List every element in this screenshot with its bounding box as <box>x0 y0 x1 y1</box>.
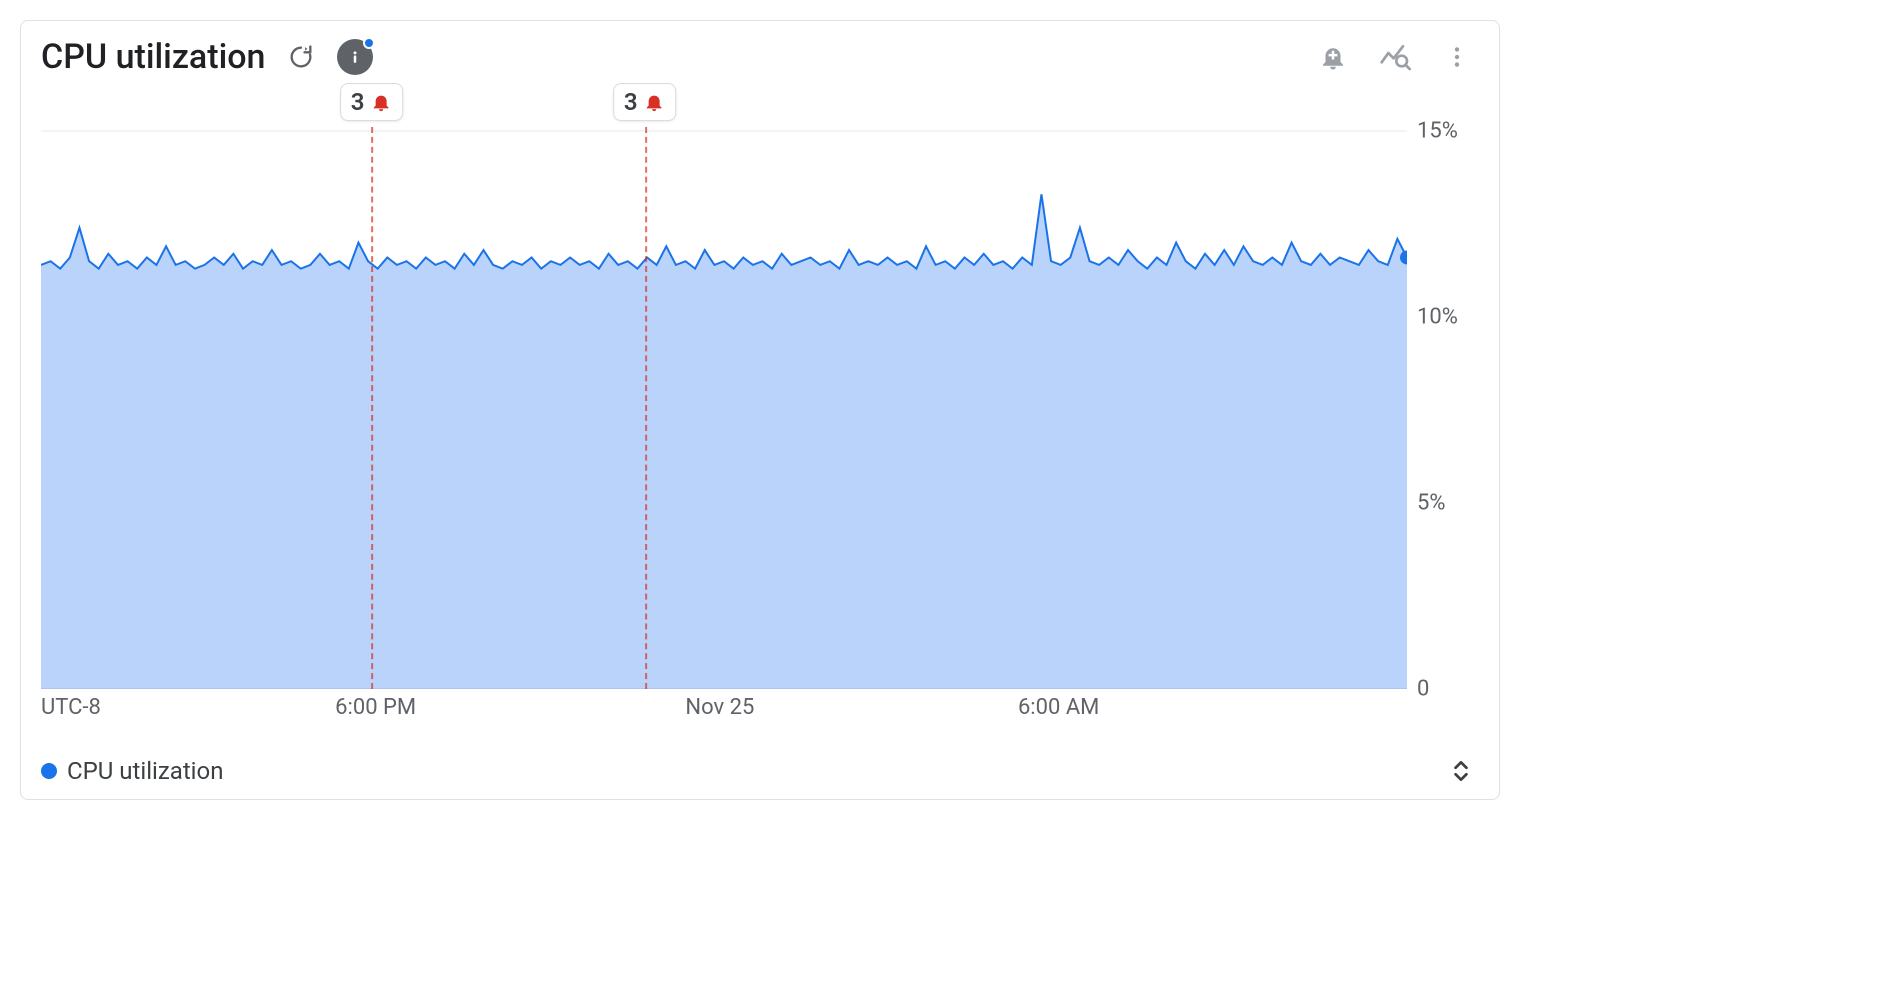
alert-annotation-line <box>372 127 374 689</box>
chart-area: 33 05%10%15% <box>41 83 1479 689</box>
legend-item[interactable]: CPU utilization <box>41 757 223 785</box>
alert-annotation-badge[interactable]: 3 <box>613 83 677 121</box>
add-alert-icon[interactable] <box>1315 39 1351 75</box>
more-options-icon[interactable] <box>1439 39 1475 75</box>
chart-plot[interactable]: 33 <box>41 83 1407 689</box>
y-axis: 05%10%15% <box>1407 83 1479 689</box>
x-tick-label: Nov 25 <box>685 695 754 720</box>
refresh-icon[interactable] <box>283 39 319 75</box>
alert-annotation[interactable]: 3 <box>613 83 677 689</box>
x-tick-label: 6:00 PM <box>335 695 416 720</box>
x-tick-label: 6:00 AM <box>1018 695 1099 720</box>
bell-icon <box>644 91 666 113</box>
metrics-explorer-icon[interactable] <box>1377 39 1413 75</box>
chart-svg <box>41 83 1407 689</box>
alert-annotation-badge[interactable]: 3 <box>340 83 404 121</box>
chart-card: CPU utilization <box>20 20 1500 800</box>
legend-label: CPU utilization <box>67 757 223 785</box>
alert-count: 3 <box>351 88 365 116</box>
chart-title: CPU utilization <box>41 37 265 77</box>
alert-annotation-line <box>645 127 647 689</box>
legend: CPU utilization <box>41 735 1479 789</box>
y-tick-label: 10% <box>1417 305 1458 330</box>
chart-header: CPU utilization <box>41 37 1479 77</box>
y-tick-label: 15% <box>1417 119 1458 144</box>
header-right <box>1315 39 1479 75</box>
notification-dot-icon <box>363 37 375 49</box>
bell-icon <box>370 91 392 113</box>
y-tick-label: 5% <box>1417 491 1445 516</box>
header-left: CPU utilization <box>41 37 373 77</box>
info-icon[interactable] <box>337 39 373 75</box>
x-axis: UTC-8 6:00 PM Nov 25 6:00 AM <box>41 695 1479 735</box>
alert-annotation[interactable]: 3 <box>340 83 404 689</box>
legend-dot-icon <box>41 763 57 779</box>
expand-legend-icon[interactable] <box>1443 753 1479 789</box>
alert-count: 3 <box>624 88 638 116</box>
timezone-label: UTC-8 <box>41 695 101 720</box>
